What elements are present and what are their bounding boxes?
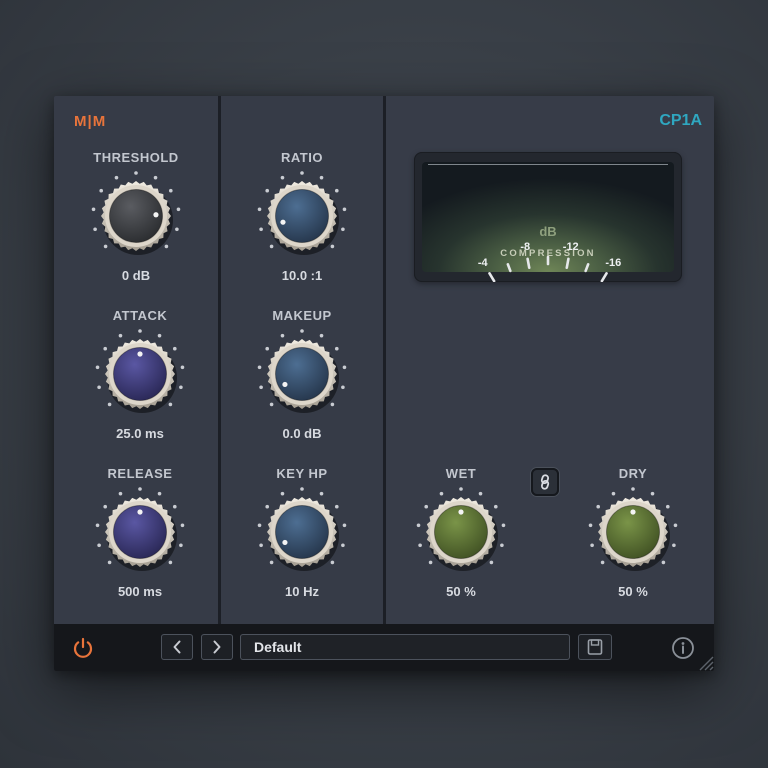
save-icon xyxy=(587,639,603,655)
ratio-knob[interactable] xyxy=(256,170,348,262)
info-icon xyxy=(672,637,694,659)
left-column: M|M THRESHOLD 0 dB ATTACK 25.0 ms RELEAS… xyxy=(54,96,218,624)
meter-unit-label: dB xyxy=(539,224,556,239)
meter-scale-label: -16 xyxy=(605,257,621,269)
save-preset-button[interactable] xyxy=(578,634,612,660)
ratio-value: 10.0 :1 xyxy=(281,268,323,283)
threshold-knob[interactable] xyxy=(90,170,182,262)
wet-value: 50 % xyxy=(446,584,476,599)
threshold-value: 0 dB xyxy=(121,268,151,283)
makeup-value: 0.0 dB xyxy=(282,426,322,441)
meter-tick xyxy=(600,272,608,282)
chevron-left-icon xyxy=(173,640,181,654)
release-value: 500 ms xyxy=(117,584,163,599)
meter-caption: COMPRESSION xyxy=(500,248,595,259)
attack-knob[interactable] xyxy=(94,328,186,420)
brand-logo: M|M xyxy=(74,113,107,130)
meter-tick xyxy=(506,263,512,273)
meter-scale-label: -4 xyxy=(478,257,489,269)
link-icon xyxy=(540,474,550,490)
chevron-right-icon xyxy=(213,640,221,654)
plugin-window: M|M THRESHOLD 0 dB ATTACK 25.0 ms RELEAS… xyxy=(54,96,714,671)
compression-meter: 0-4-8-12-16-20dBCOMPRESSION xyxy=(414,152,682,282)
next-preset-button[interactable] xyxy=(201,634,233,660)
keyhp-value: 10 Hz xyxy=(285,584,319,599)
info-button[interactable] xyxy=(671,636,695,665)
threshold-label: THRESHOLD xyxy=(93,150,179,165)
footer-bar: Default xyxy=(54,624,714,671)
keyhp-label: KEY HP xyxy=(276,466,328,481)
attack-label: ATTACK xyxy=(112,308,168,323)
release-label: RELEASE xyxy=(107,466,173,481)
meter-tick xyxy=(584,263,590,273)
dry-label: DRY xyxy=(618,466,648,481)
model-name: CP1A xyxy=(659,112,702,129)
link-button[interactable] xyxy=(531,468,559,496)
wet-knob[interactable] xyxy=(415,486,507,578)
preset-name-field[interactable]: Default xyxy=(240,634,570,660)
dry-knob[interactable] xyxy=(587,486,679,578)
makeup-knob[interactable] xyxy=(256,328,348,420)
meter-scale: 0-4-8-12-16-20dBCOMPRESSION xyxy=(478,224,621,282)
resize-grip-icon[interactable] xyxy=(694,651,714,671)
meter-tick xyxy=(488,272,496,282)
prev-preset-button[interactable] xyxy=(161,634,193,660)
ratio-label: RATIO xyxy=(281,150,323,165)
meter-tick xyxy=(526,257,531,270)
meter-pivot xyxy=(524,272,572,282)
power-button[interactable] xyxy=(70,635,96,666)
right-column: CP1A 0-4-8-12-16-20dBCOMPRESSION WET 50 … xyxy=(386,96,714,624)
wet-label: WET xyxy=(445,466,477,481)
attack-value: 25.0 ms xyxy=(116,426,164,441)
meter-tick xyxy=(565,257,570,270)
keyhp-knob[interactable] xyxy=(256,486,348,578)
dry-value: 50 % xyxy=(618,584,648,599)
power-icon xyxy=(73,637,93,658)
release-knob[interactable] xyxy=(94,486,186,578)
middle-column: RATIO 10.0 :1 MAKEUP 0.0 dB KEY HP 10 Hz xyxy=(221,96,383,624)
makeup-label: MAKEUP xyxy=(272,308,332,323)
